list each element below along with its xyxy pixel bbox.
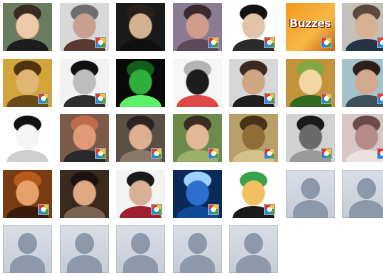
- google-badge-icon: [377, 148, 383, 159]
- avatar[interactable]: [59, 114, 109, 162]
- google-badge-icon: [377, 37, 383, 48]
- avatar-photo: [59, 169, 109, 218]
- person-silhouette-body: [179, 255, 215, 273]
- google-badge-icon: [207, 148, 219, 159]
- default-avatar[interactable]: [285, 169, 335, 218]
- person-silhouette-body: [292, 199, 328, 218]
- person-silhouette-body: [66, 255, 102, 273]
- default-avatar[interactable]: [229, 225, 278, 273]
- person-silhouette-body: [10, 255, 45, 273]
- person-silhouette-icon: [300, 177, 320, 199]
- person-silhouette-body: [123, 255, 158, 273]
- google-badge-icon: [38, 203, 49, 215]
- google-badge-icon: [151, 203, 162, 215]
- avatar[interactable]: [342, 58, 383, 107]
- avatar-photo: [116, 58, 165, 107]
- avatar[interactable]: [116, 58, 165, 107]
- avatar[interactable]: [172, 114, 222, 162]
- avatar[interactable]: [172, 169, 222, 218]
- avatar[interactable]: [116, 169, 165, 218]
- default-avatar[interactable]: [342, 169, 383, 218]
- buzzes-logo-text: Buzzes: [289, 17, 331, 30]
- avatar-grid: Buzzes: [3, 3, 383, 273]
- google-badge-icon: [94, 92, 106, 104]
- google-badge-icon: [94, 148, 106, 159]
- google-badge-icon: [94, 37, 106, 48]
- google-badge-icon: [320, 148, 332, 159]
- avatar[interactable]: [229, 169, 278, 218]
- avatar[interactable]: [59, 169, 109, 218]
- avatar[interactable]: [229, 3, 278, 51]
- avatar[interactable]: [229, 58, 278, 107]
- google-badge-icon: [207, 203, 219, 215]
- person-silhouette-icon: [18, 233, 37, 254]
- default-avatar[interactable]: [59, 225, 109, 273]
- avatar[interactable]: [285, 58, 335, 107]
- avatar[interactable]: [229, 114, 278, 162]
- google-badge-icon: [377, 92, 383, 104]
- avatar[interactable]: [3, 114, 52, 162]
- avatar[interactable]: [342, 3, 383, 51]
- avatar-photo: [3, 114, 52, 162]
- google-badge-icon: [264, 92, 275, 104]
- google-badge-icon: [207, 37, 219, 48]
- avatar[interactable]: [285, 114, 335, 162]
- default-avatar[interactable]: [3, 225, 52, 273]
- avatar[interactable]: [116, 114, 165, 162]
- avatar[interactable]: [59, 58, 109, 107]
- person-silhouette-icon: [131, 233, 150, 254]
- avatar[interactable]: [59, 3, 109, 51]
- person-silhouette-icon: [74, 233, 94, 254]
- google-badge-icon: [151, 148, 162, 159]
- avatar[interactable]: [3, 169, 52, 218]
- avatar[interactable]: Buzzes: [285, 3, 335, 51]
- google-badge-icon: [264, 37, 275, 48]
- default-avatar[interactable]: [116, 225, 165, 273]
- person-silhouette-icon: [187, 233, 207, 254]
- avatar[interactable]: [342, 114, 383, 162]
- person-silhouette-body: [349, 199, 383, 218]
- google-badge-icon: [264, 148, 275, 159]
- avatar[interactable]: [172, 3, 222, 51]
- avatar[interactable]: [116, 3, 165, 51]
- avatar[interactable]: [172, 58, 222, 107]
- google-badge-icon: [264, 203, 275, 215]
- avatar[interactable]: [3, 58, 52, 107]
- google-badge-icon: [320, 37, 332, 48]
- google-badge-icon: [38, 92, 49, 104]
- avatar-photo: [116, 3, 165, 51]
- person-silhouette-icon: [357, 177, 376, 199]
- person-silhouette-icon: [244, 233, 263, 254]
- avatar-photo: [3, 3, 52, 51]
- google-badge-icon: [320, 92, 332, 104]
- avatar-photo: [172, 58, 222, 107]
- avatar[interactable]: [3, 3, 52, 51]
- default-avatar[interactable]: [172, 225, 222, 273]
- person-silhouette-body: [236, 255, 271, 273]
